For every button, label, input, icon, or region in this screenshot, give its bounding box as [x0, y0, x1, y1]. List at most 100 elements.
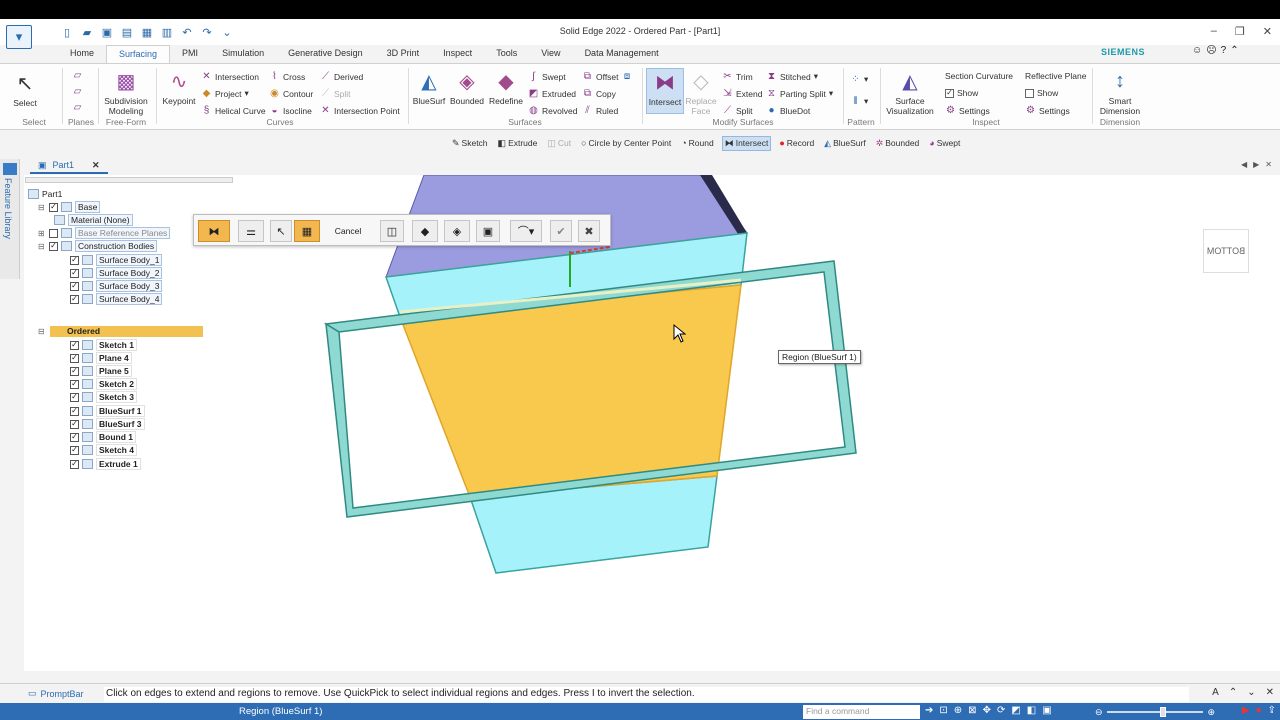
tree-feature[interactable]: ✓ Sketch 2	[70, 378, 137, 390]
copy-surface-button[interactable]: ⧉ Copy	[582, 88, 616, 99]
visibility-checkbox[interactable]: ✓	[70, 255, 79, 265]
visibility-checkbox[interactable]: ✓	[49, 202, 58, 212]
tab-generative-design[interactable]: Generative Design	[276, 45, 375, 63]
tree-surface-body[interactable]: ✓ Surface Body_2	[70, 267, 163, 279]
visibility-checkbox[interactable]: ✓	[70, 419, 79, 429]
split-surface-button[interactable]: ⟋ Split	[722, 105, 753, 116]
tool-button-1[interactable]: ◫	[380, 220, 404, 242]
close-doc-icon[interactable]: ✕	[92, 160, 100, 170]
pattern-tool-2[interactable]: ⫴ ▾	[850, 96, 868, 107]
select-button[interactable]: ↖ Select	[8, 70, 42, 109]
redefine-button[interactable]: ◆ Redefine	[487, 68, 525, 107]
visibility-checkbox[interactable]: ✓	[70, 432, 79, 442]
plane-tool-2[interactable]: ▱	[72, 86, 83, 97]
subdivision-modeling-button[interactable]: ▩ Subdivision Modeling	[101, 68, 151, 117]
offset-surface-button[interactable]: ⧉ Offset ⧈	[582, 71, 633, 82]
intersection-curve-button[interactable]: ✕ Intersection	[201, 71, 259, 82]
tab-surfacing[interactable]: Surfacing	[106, 45, 171, 63]
visibility-checkbox[interactable]: ✓	[70, 366, 79, 376]
frown-icon[interactable]: ☹	[1206, 45, 1216, 56]
minimize-icon[interactable]: –	[1211, 25, 1217, 38]
tree-surface-body[interactable]: ✓ Surface Body_1	[70, 254, 163, 266]
tree-surface-body[interactable]: ✓ Surface Body_3	[70, 280, 163, 292]
tab-view[interactable]: View	[529, 45, 572, 63]
close-icon[interactable]: ✕	[1266, 687, 1274, 698]
contour-curve-button[interactable]: ◉ Contour	[269, 88, 313, 99]
options-dropdown-button[interactable]: ⚌	[238, 220, 264, 242]
tree-feature[interactable]: ✓ Extrude 1	[70, 458, 141, 470]
tab-home[interactable]: Home	[58, 45, 106, 63]
cmd-extrude[interactable]: ◧ Extrude	[496, 137, 540, 150]
extend-type-dropdown[interactable]: ⌒▾	[510, 220, 542, 242]
trim-button[interactable]: ✂ Trim	[722, 71, 752, 82]
tree-feature[interactable]: ✓ Sketch 4	[70, 444, 137, 456]
visibility-checkbox[interactable]: ✓	[70, 459, 79, 469]
bluedot-button[interactable]: ● BlueDot	[766, 105, 810, 116]
select-mode-button[interactable]: ↖	[270, 220, 292, 242]
pan-icon[interactable]: ✥	[983, 705, 991, 716]
restore-icon[interactable]: ❐	[1235, 25, 1245, 38]
tree-feature[interactable]: ✓ BlueSurf 3	[70, 418, 145, 430]
tree-feature[interactable]: ✓ Sketch 1	[70, 339, 137, 351]
expand-icon[interactable]: ⌄	[1247, 687, 1255, 698]
split-curve-button[interactable]: ⟋ Split	[320, 88, 351, 99]
rotate-icon[interactable]: ⟳	[997, 705, 1005, 716]
zoom-in-icon[interactable]: ⊕	[1207, 707, 1215, 718]
parting-split-button[interactable]: ⧖ Parting Split ▾	[766, 88, 833, 99]
visibility-checkbox[interactable]	[49, 228, 58, 238]
tree-splitter[interactable]	[25, 177, 233, 183]
show-checkbox[interactable]: ✓	[945, 88, 954, 98]
collapse-icon[interactable]: ⊟	[38, 242, 46, 251]
share-icon[interactable]: ⇪	[1268, 705, 1276, 716]
help-icon[interactable]: ?	[1221, 45, 1227, 56]
smart-dimension-button[interactable]: ↕ Smart Dimension	[1096, 68, 1144, 117]
bluesurf-button[interactable]: ◭ BlueSurf	[411, 68, 447, 107]
step-select-surfaces-button[interactable]: ⧓	[198, 220, 230, 242]
zoom-track[interactable]	[1106, 707, 1204, 717]
tree-surface-body[interactable]: ✓ Surface Body_4	[70, 293, 163, 305]
keypoint-button[interactable]: ∿ Keypoint	[160, 68, 198, 107]
isocline-button[interactable]: ◒ Isocline	[269, 105, 311, 116]
ruled-surface-button[interactable]: ⫽ Ruled	[582, 105, 618, 116]
zoom-thumb[interactable]	[1159, 707, 1166, 717]
helical-curve-button[interactable]: § Helical Curve	[201, 105, 266, 116]
zoom-icon[interactable]: ⊕	[954, 705, 962, 716]
promptbar-label[interactable]: ▭ PromptBar	[28, 688, 84, 699]
swept-surface-button[interactable]: ∫ Swept	[528, 71, 566, 82]
tree-ordered-header[interactable]: Ordered	[50, 326, 203, 337]
visibility-checkbox[interactable]: ✓	[70, 406, 79, 416]
revolved-surface-button[interactable]: ◍ Revolved	[528, 105, 577, 116]
accept-button[interactable]: ✔	[550, 220, 572, 242]
record-icon[interactable]: ●	[1256, 705, 1262, 716]
reflective-plane-show[interactable]: Show	[1025, 88, 1058, 98]
tree-construction-bodies[interactable]: ⊟ ✓ Construction Bodies	[38, 240, 158, 252]
next-doc-icon[interactable]: ▶	[1253, 160, 1259, 169]
plane-tool-3[interactable]: ▱	[72, 102, 83, 113]
close-icon[interactable]: ✕	[1263, 25, 1272, 38]
visibility-checkbox[interactable]: ✓	[70, 379, 79, 389]
tab-data-management[interactable]: Data Management	[573, 45, 671, 63]
video-icon[interactable]: ▶	[1242, 705, 1250, 716]
stitched-button[interactable]: ⧗ Stitched ▾	[766, 71, 818, 82]
zoom-area-icon[interactable]: ⊡	[939, 705, 947, 716]
cross-curve-button[interactable]: ⌇ Cross	[269, 71, 305, 82]
tree-root[interactable]: Part1	[28, 188, 62, 200]
intersection-point-button[interactable]: ✕ Intersection Point	[320, 105, 399, 116]
doc-tab-part1[interactable]: ▣ Part1 ✕	[30, 158, 108, 174]
section-curvature-show[interactable]: ✓ Show	[945, 88, 978, 98]
tool-button-4[interactable]: ▣	[476, 220, 500, 242]
cmd-bounded[interactable]: ✲ Bounded	[874, 137, 922, 150]
cmd-sketch[interactable]: ✎ Sketch	[450, 137, 490, 150]
visibility-checkbox[interactable]: ✓	[70, 268, 79, 278]
tab-pmi[interactable]: PMI	[170, 45, 210, 63]
smile-icon[interactable]: ☺	[1192, 45, 1202, 56]
region-mode-button[interactable]: ▦	[294, 220, 320, 242]
visibility-checkbox[interactable]: ✓	[70, 353, 79, 363]
tree-base[interactable]: ⊟ ✓ Base	[38, 201, 101, 213]
extend-button[interactable]: ⇲ Extend	[722, 88, 762, 99]
text-size-icon[interactable]: A	[1212, 687, 1219, 698]
pattern-tool-1[interactable]: ⁘ ▾	[850, 74, 868, 85]
project-curve-button[interactable]: ◆ Project ▾	[201, 88, 249, 99]
cmd-swept[interactable]: ◕ Swept	[927, 137, 962, 149]
surface-visualization-button[interactable]: ◭ Surface Visualization	[884, 68, 936, 117]
